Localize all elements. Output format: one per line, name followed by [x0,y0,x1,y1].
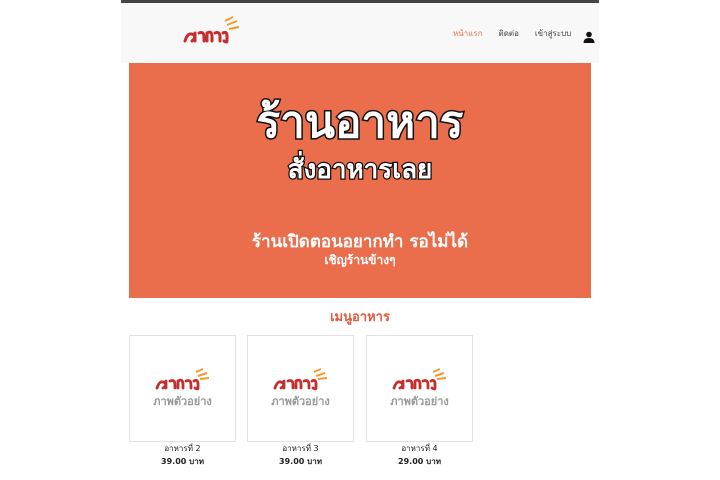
image-placeholder-caption: ภาพตัวอย่าง [153,395,212,408]
image-placeholder-caption: ภาพตัวอย่าง [271,395,330,408]
menu-item-price: 29.00 บาท [398,457,441,466]
image-placeholder-caption: ภาพตัวอย่าง [390,395,449,408]
hero-title: ร้านอาหาร [255,97,465,149]
menu-heading: เมนูอาหาร [330,310,390,325]
user-icon[interactable] [583,28,595,43]
menu-item-price: 39.00 บาท [161,457,204,466]
aharn-logo-icon [183,16,240,44]
hero-banner: ร้านอาหาร สั่งอาหารเลย ร้านเปิดตอนอยากทำ… [129,63,591,298]
menu-item-name: อาหารที่ 3 [282,444,319,453]
hero-tagline-secondary: เชิญร้านข้างๆ [324,253,396,267]
nav-link-contact[interactable]: ติดต่อ [499,27,519,40]
aharn-logo-icon [392,368,447,391]
menu-card[interactable]: ภาพตัวอย่าง อาหารที่ 2 39.00 บาท [129,335,236,475]
menu-card-image[interactable]: ภาพตัวอย่าง [366,335,473,442]
hero-subtitle: สั่งอาหารเลย [286,154,433,187]
aharn-logo-icon [273,368,328,391]
menu-card-image[interactable]: ภาพตัวอย่าง [129,335,236,442]
aharn-logo-icon [155,368,210,391]
brand-logo[interactable] [181,15,243,49]
menu-card[interactable]: ภาพตัวอย่าง อาหารที่ 3 39.00 บาท [247,335,354,475]
menu-list: ภาพตัวอย่าง อาหารที่ 2 39.00 บาท ภาพตัวอ… [129,335,599,480]
menu-card[interactable]: ภาพตัวอย่าง อาหารที่ 4 29.00 บาท [366,335,473,475]
menu-item-name: อาหารที่ 4 [401,444,438,453]
nav-links: หน้าแรก ติดต่อ เข้าสู่ระบบ [453,27,595,43]
menu-card-image[interactable]: ภาพตัวอย่าง [247,335,354,442]
nav-link-home[interactable]: หน้าแรก [453,27,483,40]
menu-item-price: 39.00 บาท [279,457,322,466]
navbar: หน้าแรก ติดต่อ เข้าสู่ระบบ [121,3,599,63]
menu-item-name: อาหารที่ 2 [164,444,201,453]
page: หน้าแรก ติดต่อ เข้าสู่ระบบ ร้านอาหาร สั่… [121,0,599,480]
nav-link-login[interactable]: เข้าสู่ระบบ [535,27,571,40]
